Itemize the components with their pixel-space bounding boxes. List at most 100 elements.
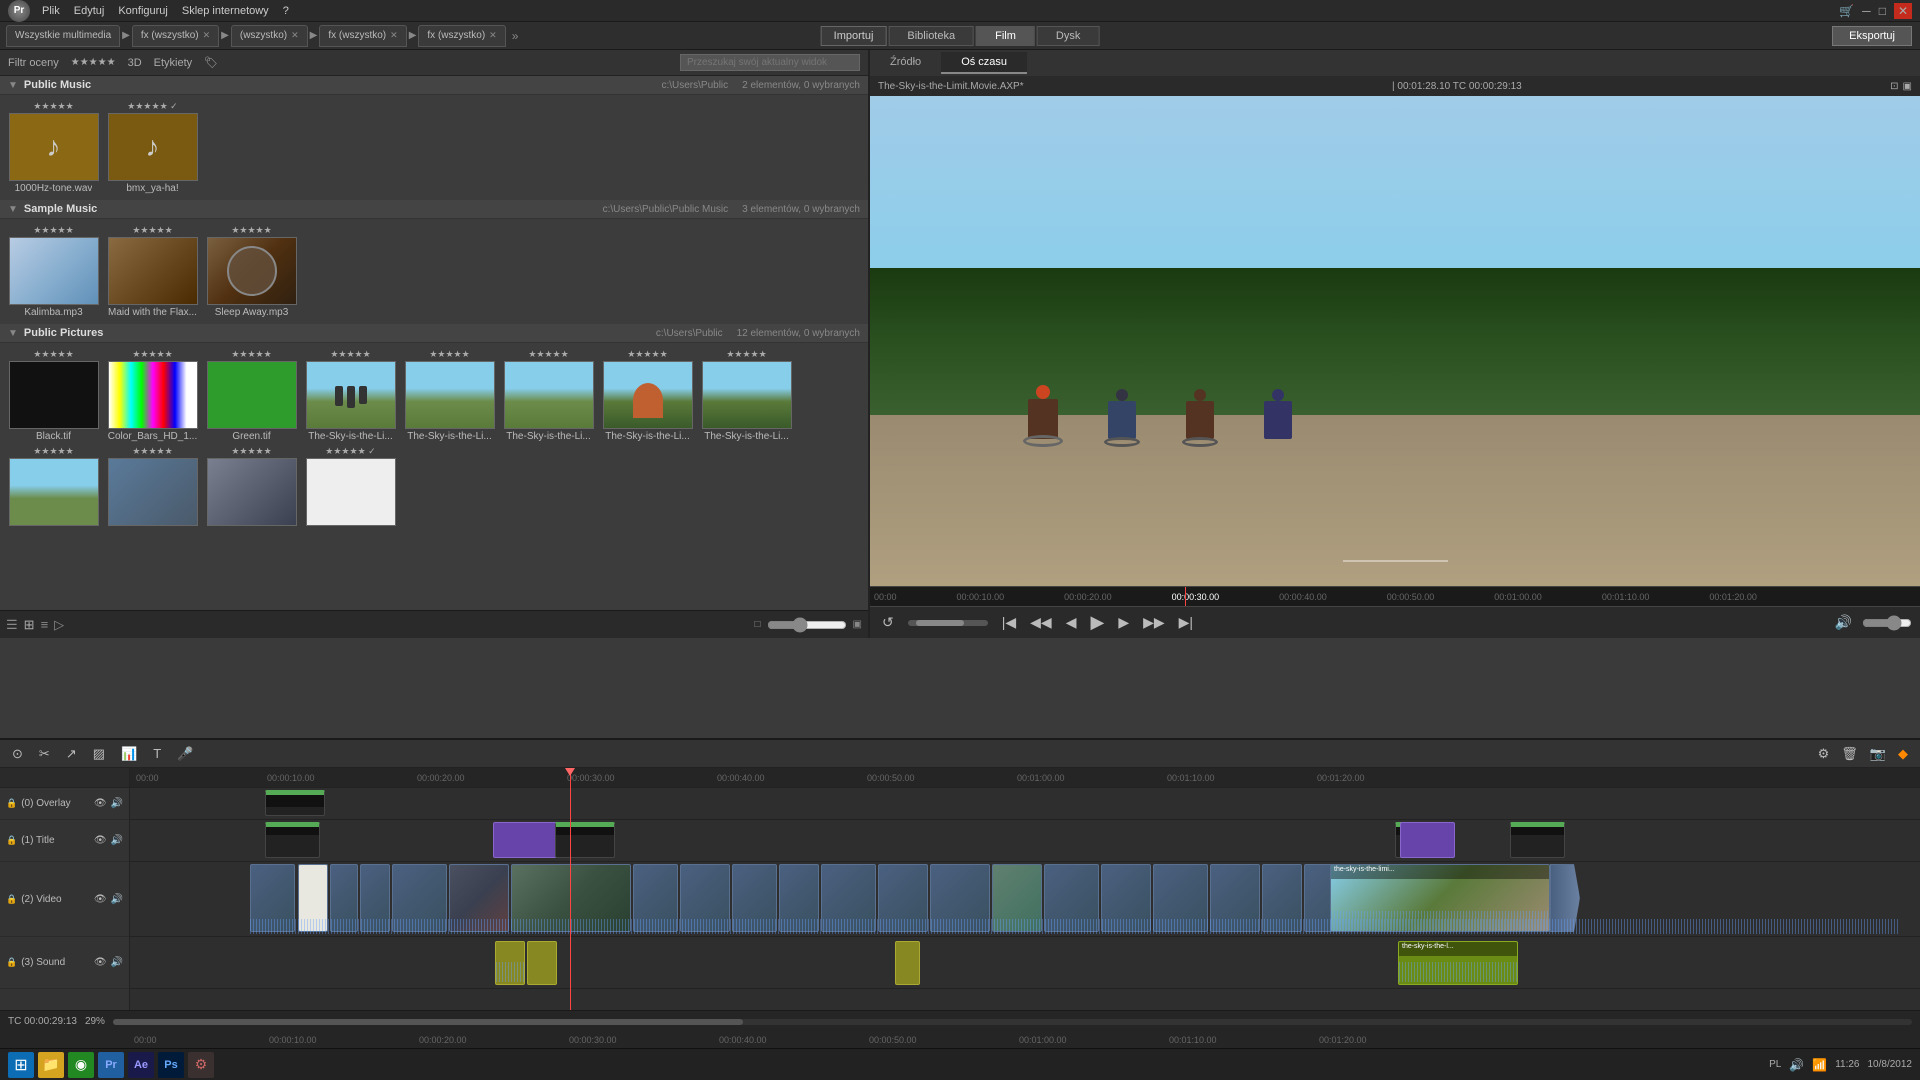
list-item[interactable]: ★★★★★ Kalimba.mp3 — [6, 225, 101, 318]
go-to-out-btn[interactable]: ▶| — [1175, 612, 1197, 633]
audio-icon-sound[interactable]: 🔊 — [111, 957, 123, 968]
grid-view-icon[interactable]: ⊞ — [24, 617, 35, 633]
list-view-icon[interactable]: ☰ — [6, 617, 18, 633]
go-to-in-btn[interactable]: |◀ — [998, 612, 1020, 633]
export-button[interactable]: Eksportuj — [1832, 26, 1912, 46]
section-public-pictures[interactable]: ▼ Public Pictures c:\Users\Public 12 ele… — [0, 324, 868, 343]
autoplay-icon[interactable]: ▷ — [54, 617, 64, 633]
filter-tag-icon[interactable]: 🏷 — [204, 56, 218, 69]
tl-select-btn[interactable]: ↗ — [62, 744, 81, 764]
search-input[interactable] — [680, 54, 860, 71]
in-out-range[interactable] — [908, 620, 988, 626]
tab-timeline[interactable]: Oś czasu — [941, 52, 1027, 74]
menu-sklep[interactable]: Sklep internetowy — [182, 5, 269, 17]
sort-icon[interactable]: ≡ — [41, 617, 49, 632]
volume-btn[interactable]: 🔊 — [1831, 612, 1856, 633]
clip-title-1[interactable] — [265, 822, 320, 858]
play-btn[interactable]: ▶ — [1086, 610, 1108, 635]
list-item[interactable]: ★★★★★ Sleep Away.mp3 — [204, 225, 299, 318]
network-icon[interactable]: 📶 — [1812, 1058, 1827, 1072]
zoom-slider[interactable] — [767, 617, 847, 633]
clip-title-3[interactable] — [555, 822, 615, 858]
list-item[interactable]: ★★★★★ Color_Bars_HD_1... — [105, 349, 200, 442]
premiere-button[interactable]: Pr — [98, 1052, 124, 1078]
clip-sound-1[interactable] — [495, 941, 525, 985]
tab-dysk[interactable]: Dysk — [1037, 26, 1099, 46]
filter-3d[interactable]: 3D — [128, 57, 142, 69]
tl-bar-chart-btn[interactable]: 📊 — [117, 744, 141, 764]
minimize-button[interactable]: ─ — [1862, 4, 1871, 18]
list-item[interactable]: ★★★★★ — [204, 446, 299, 528]
tab-importuj[interactable]: Importuj — [821, 26, 887, 46]
menu-edytuj[interactable]: Edytuj — [74, 5, 105, 17]
menu-plik[interactable]: Plik — [42, 5, 60, 17]
chrome-button[interactable]: ◉ — [68, 1052, 94, 1078]
list-item[interactable]: ★★★★★ Maid with the Flax... — [105, 225, 200, 318]
breadcrumb-fx3[interactable]: fx (wszystko) ✕ — [418, 25, 505, 47]
preview-output-btn[interactable]: ▣ — [1903, 81, 1912, 92]
section-arrow-public-pictures[interactable]: ▼ — [8, 328, 18, 339]
filter-stars[interactable]: ★★★★★ — [71, 57, 116, 68]
breadcrumb-fx1[interactable]: fx (wszystko) ✕ — [132, 25, 219, 47]
close-button[interactable]: ✕ — [1894, 3, 1912, 19]
filter-etykiety[interactable]: Etykiety — [154, 57, 193, 69]
tl-camera-btn[interactable]: 📷 — [1866, 744, 1890, 764]
list-item[interactable]: ★★★★★ — [6, 446, 101, 528]
section-arrow-sample-music[interactable]: ▼ — [8, 204, 18, 215]
list-item[interactable]: ★★★★★ — [105, 446, 200, 528]
settings-button[interactable]: ⚙ — [188, 1052, 214, 1078]
tab-source[interactable]: Źródło — [870, 52, 941, 74]
tl-text-btn[interactable]: T — [149, 744, 165, 763]
list-item[interactable]: ★★★★★ The-Sky-is-the-Li... — [303, 349, 398, 442]
clip-sound-sky[interactable]: the-sky-is-the-l... — [1398, 941, 1518, 985]
breadcrumb-all2[interactable]: (wszystko) ✕ — [231, 25, 308, 47]
breadcrumb-fx1-close[interactable]: ✕ — [203, 30, 211, 41]
file-explorer-button[interactable]: 📁 — [38, 1052, 64, 1078]
section-sample-music[interactable]: ▼ Sample Music c:\Users\Public\Public Mu… — [0, 200, 868, 219]
eye-icon-overlay[interactable]: 👁 — [94, 798, 107, 809]
next-frame-btn[interactable]: ▶ — [1114, 612, 1133, 633]
breadcrumb-fx3-close[interactable]: ✕ — [489, 30, 497, 41]
audio-icon-video[interactable]: 🔊 — [111, 894, 123, 905]
list-item[interactable]: ★★★★★ The-Sky-is-the-Li... — [699, 349, 794, 442]
tl-marker-btn[interactable]: ⊙ — [8, 744, 27, 764]
clip-title-6[interactable] — [1510, 822, 1565, 858]
tl-orange-btn[interactable]: ◆ — [1894, 744, 1912, 764]
section-public-music[interactable]: ▼ Public Music c:\Users\Public 2 element… — [0, 76, 868, 95]
step-back-btn[interactable]: ◀◀ — [1026, 612, 1056, 633]
audio-icon-title[interactable]: 🔊 — [111, 835, 123, 846]
timeline-scroll[interactable] — [113, 1019, 1912, 1025]
list-item[interactable]: ★★★★★ The-Sky-is-the-Li... — [402, 349, 497, 442]
windows-start-button[interactable]: ⊞ — [8, 1052, 34, 1078]
list-item[interactable]: ★★★★★ Black.tif — [6, 349, 101, 442]
photoshop-button[interactable]: Ps — [158, 1052, 184, 1078]
menu-help[interactable]: ? — [283, 5, 289, 17]
section-arrow-public-music[interactable]: ▼ — [8, 80, 18, 91]
volume-slider[interactable] — [1862, 615, 1912, 631]
breadcrumb-fx2[interactable]: fx (wszystko) ✕ — [319, 25, 406, 47]
step-fwd-btn[interactable]: ▶▶ — [1139, 612, 1169, 633]
clip-sound-2[interactable] — [527, 941, 557, 985]
breadcrumb-more[interactable]: » — [508, 29, 523, 43]
breadcrumb-fx2-close[interactable]: ✕ — [390, 30, 398, 41]
breadcrumb-all-media[interactable]: Wszystkie multimedia — [6, 25, 120, 47]
eye-icon-video[interactable]: 👁 — [94, 894, 107, 905]
tl-settings-btn[interactable]: ⚙ — [1814, 744, 1834, 764]
volume-icon[interactable]: 🔊 — [1789, 1058, 1804, 1072]
list-item[interactable]: ★★★★★ ♪ 1000Hz-tone.wav — [6, 101, 101, 194]
tl-razor-btn[interactable]: ✂ — [35, 744, 54, 764]
tl-delete-btn[interactable]: 🗑 — [1837, 744, 1862, 764]
loop-btn[interactable]: ↺ — [878, 612, 898, 633]
tab-film[interactable]: Film — [976, 26, 1035, 46]
breadcrumb-all2-close[interactable]: ✕ — [291, 30, 299, 41]
clip-title-5[interactable] — [1400, 822, 1455, 858]
list-item[interactable]: ★★★★★ Green.tif — [204, 349, 299, 442]
list-item[interactable]: ★★★★★ ✓ ♪ bmx_ya-ha! — [105, 101, 200, 194]
menu-konfiguruj[interactable]: Konfiguruj — [118, 5, 168, 17]
clip-overlay-1[interactable] — [265, 790, 325, 816]
eye-icon-sound[interactable]: 👁 — [94, 957, 107, 968]
after-effects-button[interactable]: Ae — [128, 1052, 154, 1078]
list-item[interactable]: ★★★★★ The-Sky-is-the-Li... — [501, 349, 596, 442]
clip-sound-3[interactable] — [895, 941, 920, 985]
list-item[interactable]: ★★★★★ ✓ — [303, 446, 398, 528]
